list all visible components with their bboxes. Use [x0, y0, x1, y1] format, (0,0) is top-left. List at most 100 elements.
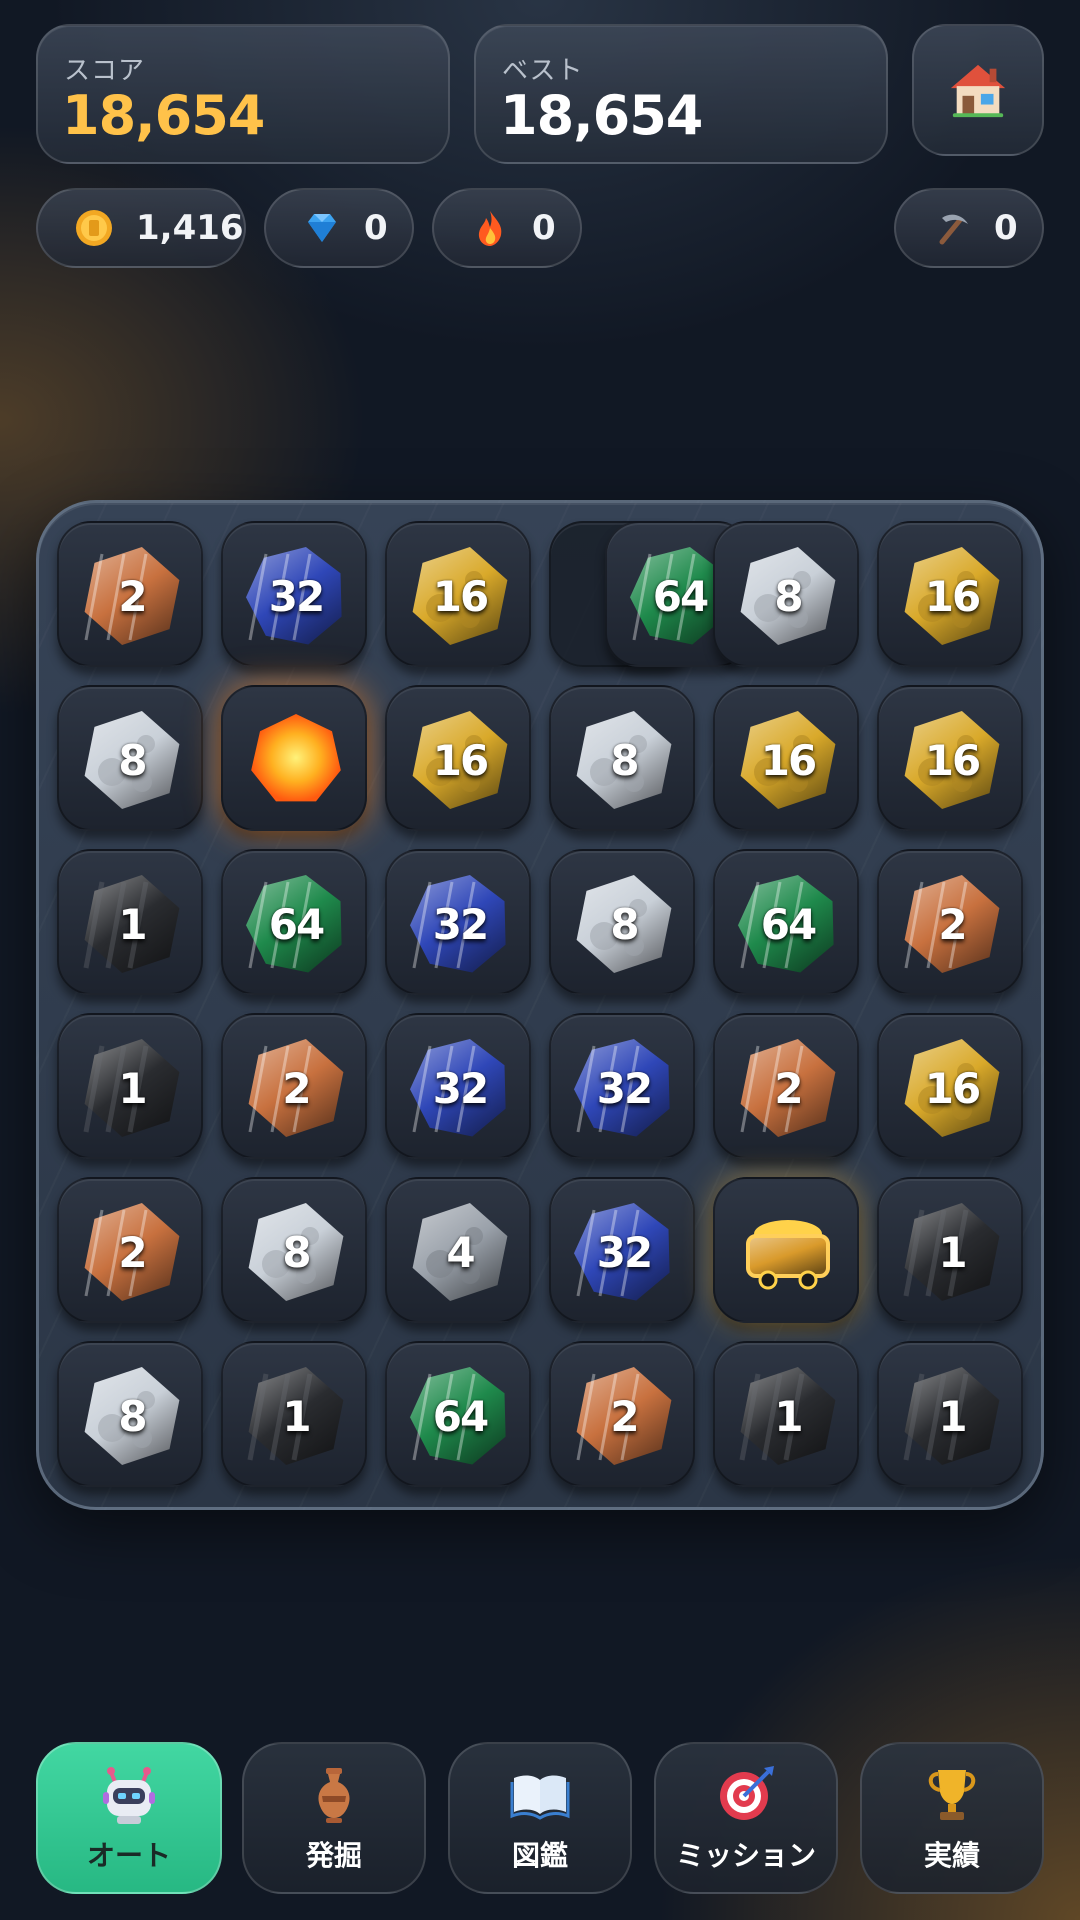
score-label: スコア	[64, 56, 146, 86]
board-tile-emerald[interactable]: 64	[385, 1341, 531, 1487]
pickaxe-icon	[939, 214, 968, 245]
board-tile-sapphire[interactable]: 32	[549, 1013, 695, 1159]
fire-counter: 0	[432, 188, 582, 268]
house-icon	[950, 64, 1006, 118]
tile-value: 16	[924, 571, 981, 621]
tile-value: 1	[938, 1227, 967, 1277]
tile-value: 16	[432, 571, 489, 621]
nav-dig-button[interactable]: 発掘	[242, 1742, 426, 1894]
board-tile-silver[interactable]: 8	[713, 521, 859, 667]
board-tile-gold[interactable]: 16	[385, 521, 531, 667]
tile-value: 1	[282, 1391, 311, 1441]
tile-value: 32	[268, 571, 325, 621]
board-tile-sapphire[interactable]: 32	[385, 849, 531, 995]
score-value: 18,654	[62, 84, 265, 147]
board-tile-copper[interactable]: 2	[713, 1013, 859, 1159]
board-tile-coal[interactable]: 1	[221, 1341, 367, 1487]
tile-value: 32	[432, 899, 489, 949]
tile-value: 32	[432, 1063, 489, 1113]
diamond-icon	[308, 214, 336, 242]
flame-icon	[478, 211, 502, 246]
nav-achievements-button[interactable]: 実績	[860, 1742, 1044, 1894]
home-button[interactable]	[912, 24, 1044, 156]
vase-icon	[318, 1768, 350, 1823]
board-tile-fire[interactable]	[221, 685, 367, 831]
pickaxe-value: 0	[994, 208, 1018, 248]
board-tile-iron[interactable]: 4	[385, 1177, 531, 1323]
coins-value: 1,416	[136, 208, 244, 248]
best-score-panel: ベスト 18,654	[474, 24, 888, 164]
nav-mission-button[interactable]: ミッション	[654, 1742, 838, 1894]
tile-value: 8	[118, 735, 147, 785]
board-tile-silver[interactable]: 8	[549, 685, 695, 831]
tile-value: 8	[282, 1227, 311, 1277]
minecart-icon	[746, 1220, 830, 1290]
tile-value: 16	[432, 735, 489, 785]
board-tile-silver[interactable]: 8	[549, 849, 695, 995]
board-tile-sapphire[interactable]: 32	[549, 1177, 695, 1323]
board-tile-gold[interactable]: 16	[877, 685, 1023, 831]
board-tile-copper[interactable]: 2	[57, 1177, 203, 1323]
tile-value: 2	[938, 899, 967, 949]
board-tile-emerald[interactable]: 64	[221, 849, 367, 995]
board-tile-sapphire[interactable]: 32	[385, 1013, 531, 1159]
fire-value: 0	[532, 208, 556, 248]
nav-encyclopedia-button[interactable]: 図鑑	[448, 1742, 632, 1894]
tile-value: 8	[610, 735, 639, 785]
nav-auto-label: オート	[86, 1839, 171, 1872]
target-icon	[720, 1766, 774, 1820]
nav-encyclopedia-label: 図鑑	[511, 1839, 568, 1872]
board-tile-copper[interactable]: 2	[877, 849, 1023, 995]
tile-value: 1	[118, 899, 147, 949]
tile-value: 2	[118, 1227, 147, 1277]
game-board: 2 32 16 64 8 16 8 16 8 16 16 1 64 32 8 64 2 1 2 32 32 2 16 2 8 4 3…	[36, 500, 1044, 1510]
tile-value: 8	[118, 1391, 147, 1441]
nav-mission-label: ミッション	[675, 1839, 816, 1872]
best-score-label: ベスト	[502, 56, 584, 86]
nav-achievements-label: 実績	[923, 1839, 980, 1872]
board-tile-gold[interactable]: 16	[713, 685, 859, 831]
board-tile-emerald[interactable]: 64	[713, 849, 859, 995]
board-tile-coal[interactable]: 1	[713, 1341, 859, 1487]
board-tile-gold[interactable]: 16	[385, 685, 531, 831]
board-tile-coal[interactable]: 1	[877, 1177, 1023, 1323]
tile-value: 64	[760, 899, 817, 949]
tile-value: 4	[446, 1227, 475, 1277]
tile-value: 8	[610, 899, 639, 949]
board-tile-copper[interactable]: 2	[221, 1013, 367, 1159]
board-tile-copper[interactable]: 2	[57, 521, 203, 667]
trophy-icon	[928, 1770, 976, 1820]
tile-value: 16	[924, 1063, 981, 1113]
best-score-value: 18,654	[500, 84, 703, 147]
tile-value: 2	[774, 1063, 803, 1113]
tile-value: 32	[596, 1227, 653, 1277]
nav-dig-label: 発掘	[305, 1839, 362, 1872]
board-tile-copper[interactable]: 2	[549, 1341, 695, 1487]
tile-value: 8	[774, 571, 803, 621]
tile-value: 32	[596, 1063, 653, 1113]
coin-icon	[76, 210, 112, 246]
tile-value: 16	[760, 735, 817, 785]
board-tile-coal[interactable]: 1	[57, 1013, 203, 1159]
tile-value: 2	[282, 1063, 311, 1113]
tile-value: 2	[118, 571, 147, 621]
nav-auto-button[interactable]: オート	[36, 1742, 222, 1894]
board-tile-cart[interactable]	[713, 1177, 859, 1323]
robot-icon	[103, 1767, 155, 1824]
board-tile-silver[interactable]: 8	[57, 1341, 203, 1487]
coins-counter: 1,416	[36, 188, 246, 268]
board-tile-gold[interactable]: 16	[877, 1013, 1023, 1159]
board-tile-silver[interactable]: 8	[57, 685, 203, 831]
tile-value: 1	[118, 1063, 147, 1113]
tile-value: 64	[268, 899, 325, 949]
tile-value: 1	[774, 1391, 803, 1441]
board-tile-silver[interactable]: 8	[221, 1177, 367, 1323]
tile-value: 1	[938, 1391, 967, 1441]
fire-gem-icon	[251, 714, 341, 802]
board-tile-coal[interactable]: 1	[877, 1341, 1023, 1487]
board-tile-sapphire[interactable]: 32	[221, 521, 367, 667]
gems-counter: 0	[264, 188, 414, 268]
score-panel: スコア 18,654	[36, 24, 450, 164]
board-tile-coal[interactable]: 1	[57, 849, 203, 995]
board-tile-gold[interactable]: 16	[877, 521, 1023, 667]
